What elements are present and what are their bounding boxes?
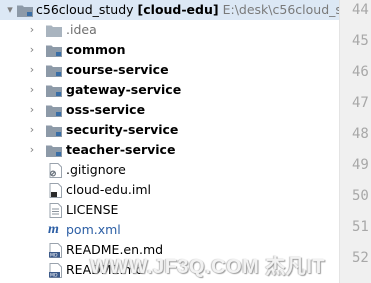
chevron-right-icon[interactable]: › [26, 40, 38, 60]
maven-icon: m [48, 222, 59, 237]
module-folder-icon [46, 65, 62, 77]
module-folder-icon [46, 145, 62, 157]
tree-item-license[interactable]: LICENSE [0, 200, 339, 220]
line-number: 51 [352, 219, 369, 235]
chevron-right-icon[interactable]: › [26, 60, 38, 80]
tree-item-cloud-edu-iml[interactable]: cloud-edu.iml [0, 180, 339, 200]
tree-item-label: course-service [66, 62, 169, 77]
module-folder-icon [46, 45, 62, 57]
markdown-file-icon: MD [49, 263, 62, 278]
tree-item-label: gateway-service [66, 82, 182, 97]
line-number: 50 [352, 188, 369, 204]
tree-item-gateway-service[interactable]: › gateway-service [0, 80, 339, 100]
chevron-right-icon[interactable]: › [26, 140, 38, 160]
tree-item-idea[interactable]: › .idea [0, 20, 339, 40]
tree-item-label: pom.xml [66, 222, 121, 237]
tree-item-course-service[interactable]: › course-service [0, 60, 339, 80]
folder-icon [46, 25, 62, 37]
line-number: 44 [352, 2, 369, 18]
module-folder-icon [46, 125, 62, 137]
chevron-right-icon[interactable]: › [26, 20, 38, 40]
tree-item-label: .idea [66, 22, 97, 37]
line-number: 52 [352, 250, 369, 266]
tree-item-security-service[interactable]: › security-service [0, 120, 339, 140]
chevron-down-icon[interactable]: ▾ [4, 0, 16, 20]
project-name: c56cloud_study [36, 2, 134, 17]
watermark-text: WWW.JF3Q.COM 杰凡IT [90, 256, 326, 278]
svg-text:MD: MD [50, 253, 58, 258]
svg-text:MD: MD [50, 273, 58, 278]
tree-item-label: oss-service [66, 102, 146, 117]
tree-item-label: cloud-edu.iml [66, 182, 152, 197]
chevron-right-icon[interactable]: › [26, 100, 38, 120]
gitignore-file-icon [49, 163, 62, 178]
module-folder-icon [46, 85, 62, 97]
tree-item-oss-service[interactable]: › oss-service [0, 100, 339, 120]
tree-item-gitignore[interactable]: .gitignore [0, 160, 339, 180]
project-module: [cloud-edu] [137, 2, 219, 17]
folder-icon [17, 5, 33, 17]
tree-item-label: common [66, 42, 126, 57]
text-file-icon [49, 203, 62, 218]
markdown-file-icon: MD [49, 243, 62, 258]
tree-item-label: .gitignore [66, 162, 126, 177]
tree-item-common[interactable]: › common [0, 40, 339, 60]
editor-gutter: 44 45 46 47 48 49 50 51 52 [339, 0, 371, 283]
chevron-right-icon[interactable]: › [26, 120, 38, 140]
module-folder-icon [46, 105, 62, 117]
chevron-right-icon[interactable]: › [26, 80, 38, 100]
line-number: 49 [352, 157, 369, 173]
tree-item-pom-xml[interactable]: m pom.xml [0, 220, 339, 240]
iml-file-icon [49, 183, 62, 198]
line-number: 45 [352, 33, 369, 49]
line-number: 48 [352, 126, 369, 142]
project-tree: ▾ c56cloud_study [cloud-edu] E:\desk\c56… [0, 0, 363, 283]
tree-item-label: security-service [66, 122, 179, 137]
tree-item-label: LICENSE [66, 202, 119, 217]
tree-item-teacher-service[interactable]: › teacher-service [0, 140, 339, 160]
line-number: 47 [352, 95, 369, 111]
tree-item-label: teacher-service [66, 142, 176, 157]
project-root-row[interactable]: ▾ c56cloud_study [cloud-edu] E:\desk\c56… [0, 0, 363, 20]
line-number: 46 [352, 64, 369, 80]
